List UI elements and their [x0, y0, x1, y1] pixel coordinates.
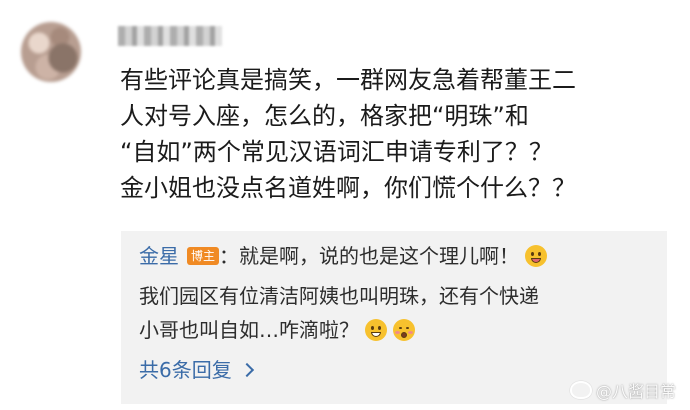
comment-text: 有些评论真是搞笑，一群网友急着帮董王二 人对号入座，怎么的，格家把“明珠”和 “… [120, 66, 576, 202]
reply-separator: ： [219, 244, 240, 268]
reply-text-3: 小哥也叫自如…咋滴啦？ [139, 318, 359, 342]
grinning-wink-emoji [525, 245, 548, 267]
username-blurred[interactable] [118, 26, 222, 46]
blush-emoji [393, 319, 415, 341]
reply-line-1: 金星 博主 ：就是啊，说的也是这个理儿啊！ [139, 243, 548, 269]
chevron-right-icon[interactable] [239, 362, 254, 378]
total-replies-label[interactable]: 共6条回复 [139, 358, 232, 382]
grin-emoji [365, 319, 387, 341]
watermark-text: @八酱目常 [595, 382, 676, 401]
blogger-badge: 博主 [187, 247, 220, 265]
weibo-logo-icon [569, 381, 592, 399]
reply-author[interactable]: 金星 [139, 244, 179, 268]
watermark: @八酱目常 [569, 378, 676, 402]
reply-line-3: 小哥也叫自如…咋滴啦？ [139, 317, 415, 343]
avatar[interactable] [21, 22, 81, 82]
view-all-replies-link[interactable]: 共6条回复 [139, 357, 254, 383]
reply-text-2: 我们园区有位清洁阿姨也叫明珠，还有个快递 [139, 284, 539, 308]
reply-text-1: 就是啊，说的也是这个理儿啊！ [239, 244, 520, 268]
reply-line-2: 我们园区有位清洁阿姨也叫明珠，还有个快递 [139, 283, 539, 309]
